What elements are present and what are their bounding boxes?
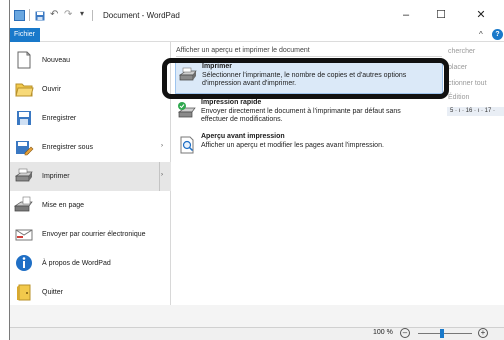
menu-item-label: Imprimer	[42, 173, 70, 180]
menu-item-label: Nouveau	[42, 57, 71, 64]
menu-item-label: Ouvrir	[42, 86, 62, 93]
menu-item-save-as[interactable]: Enregistrer sous ›	[10, 133, 171, 162]
replace-label: placer	[448, 64, 468, 71]
menu-item-email[interactable]: Envoyer par courrier électronique	[10, 220, 171, 249]
customize-quick-access-icon[interactable]: ▾	[80, 9, 90, 19]
zoom-out-button[interactable]: –	[400, 328, 410, 338]
submenu-item-print-preview[interactable]: Aperçu avant impression Afficher un aper…	[175, 133, 443, 157]
ribbon-tab-row	[10, 28, 504, 42]
file-tab[interactable]: Fichier	[10, 28, 40, 42]
printer-icon	[14, 166, 34, 186]
title-separator	[92, 10, 93, 21]
save-as-icon	[14, 137, 34, 157]
page-setup-icon	[13, 195, 34, 215]
submenu-arrow-icon: ›	[161, 172, 163, 178]
editing-group-label: Édition	[448, 94, 470, 101]
menu-item-label: Envoyer par courrier électronique	[42, 231, 146, 238]
menu-item-page-setup[interactable]: Mise en page	[10, 191, 171, 220]
exit-icon	[14, 282, 34, 302]
maximize-button[interactable]: ☐	[430, 8, 452, 22]
submenu-item-desc: Afficher un aperçu et modifier les pages…	[201, 142, 384, 149]
split-divider	[159, 162, 160, 191]
document-gutter	[10, 305, 504, 327]
menu-item-exit[interactable]: Quitter	[10, 278, 171, 307]
window-title: Document - WordPad	[103, 11, 180, 20]
close-button[interactable]: ✕	[470, 8, 492, 22]
ruler: 5 · ı · 16 · ı · 17 ·	[446, 107, 504, 116]
menu-item-label: Quitter	[42, 289, 64, 296]
menu-item-label: Enregistrer	[42, 115, 77, 122]
collapse-ribbon-icon[interactable]: ^	[479, 30, 483, 39]
minimize-button[interactable]: –	[395, 8, 417, 22]
menu-item-label: À propos de WordPad	[42, 260, 111, 267]
zoom-slider-track[interactable]	[418, 333, 472, 334]
desc-line-1: Envoyer directement le document à l'impr…	[201, 108, 401, 115]
menu-item-print[interactable]: Imprimer ›	[10, 162, 171, 191]
submenu-item-quick-print[interactable]: Impression rapide Envoyer directement le…	[175, 99, 443, 127]
info-icon	[14, 253, 34, 273]
quick-access-separator	[29, 9, 30, 21]
save-quick-icon[interactable]	[35, 11, 45, 21]
zoom-level: 100 %	[373, 329, 393, 336]
find-label: chercher	[448, 48, 476, 55]
menu-item-label: Mise en page	[42, 202, 85, 209]
new-document-icon	[14, 50, 34, 70]
submenu-item-title: Impression rapide	[201, 99, 262, 106]
document-area[interactable]	[446, 117, 504, 305]
submenu-header: Afficher un aperçu et imprimer le docume…	[176, 47, 310, 54]
help-icon[interactable]: ?	[492, 29, 503, 40]
submenu-item-desc: Envoyer directement le document à l'impr…	[201, 108, 401, 124]
select-all-label: ctionner tout	[448, 80, 487, 87]
menu-item-open[interactable]: Ouvrir	[10, 75, 171, 104]
file-menu: Nouveau Ouvrir Enregistrer Enregistrer s…	[10, 42, 171, 305]
menu-item-label: Enregistrer sous	[42, 144, 93, 151]
desc-line-2: effectuer de modifications.	[201, 116, 283, 123]
menu-item-save[interactable]: Enregistrer	[10, 104, 171, 133]
menu-item-new[interactable]: Nouveau	[10, 46, 171, 75]
zoom-in-button[interactable]: +	[478, 328, 488, 338]
open-folder-icon	[14, 79, 34, 99]
save-icon	[14, 108, 34, 128]
submenu-item-title: Aperçu avant impression	[201, 133, 285, 140]
print-preview-icon	[177, 135, 197, 155]
undo-icon[interactable]: ↶	[50, 9, 60, 20]
submenu-arrow-icon: ›	[161, 143, 163, 149]
ruler-ticks: 5 · ı · 16 · ı · 17 ·	[450, 108, 496, 114]
quick-print-icon	[177, 101, 197, 121]
menu-item-about[interactable]: À propos de WordPad	[10, 249, 171, 278]
wordpad-app-icon	[14, 10, 25, 21]
email-icon	[14, 224, 34, 244]
zoom-slider-thumb[interactable]	[440, 329, 444, 338]
submenu-header-divider	[176, 56, 442, 57]
redo-icon[interactable]: ↷	[64, 9, 74, 20]
highlight-callout-box	[162, 58, 449, 99]
